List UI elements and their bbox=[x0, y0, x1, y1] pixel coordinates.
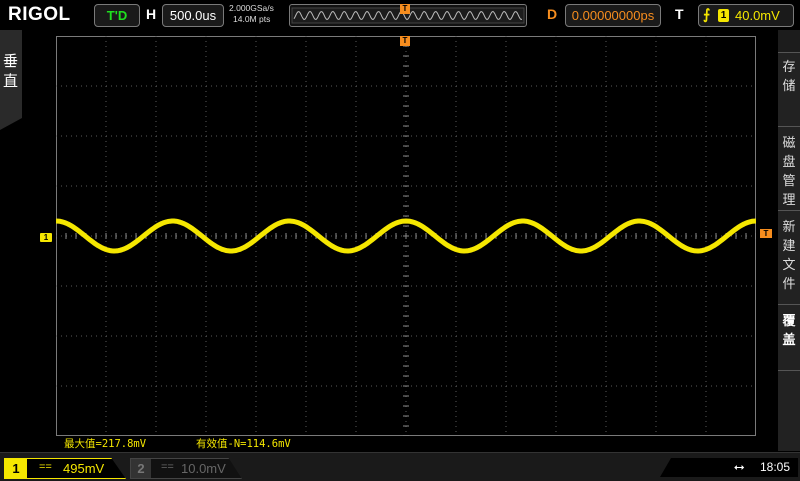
memory-depth: 14.0M pts bbox=[233, 14, 271, 24]
horizontal-tag: H bbox=[146, 6, 157, 22]
softkey-disk-management[interactable]: 磁盘管理 bbox=[778, 126, 800, 223]
channel-2-number: 2 bbox=[131, 459, 151, 478]
delay-tag: D bbox=[547, 6, 558, 22]
trigger-source: 1 bbox=[718, 9, 729, 22]
measurement-rms-n: 有效值-N=114.6mV bbox=[196, 438, 291, 450]
graticule bbox=[56, 36, 756, 436]
trigger-level: 40.0mV bbox=[735, 8, 780, 23]
trigger-settings[interactable]: ⨍ 1 40.0mV bbox=[698, 4, 794, 27]
softkey-new-file[interactable]: 新建文件 bbox=[778, 210, 800, 307]
system-status: ⭤ 18:05 bbox=[660, 458, 798, 477]
waveform-display[interactable] bbox=[56, 36, 756, 436]
vertical-menu-tab[interactable]: 垂直 bbox=[0, 30, 22, 130]
trigger-level-marker[interactable]: T bbox=[760, 229, 772, 238]
sample-rate: 2.000GSa/s bbox=[229, 3, 274, 13]
softkey-new-file-label: 新建文件 bbox=[782, 219, 796, 291]
channel-1-number: 1 bbox=[5, 459, 27, 478]
usb-icon: ⭤ bbox=[734, 459, 745, 474]
dc-coupling-icon: == bbox=[39, 461, 52, 473]
channel-2-scale: 10.0mV bbox=[181, 461, 226, 476]
channel-1-scale: 495mV bbox=[63, 461, 105, 476]
system-clock: 18:05 bbox=[760, 460, 791, 474]
measurement-max: 最大值=217.8mV bbox=[64, 438, 147, 450]
channel-2-status[interactable]: 2 == 10.0mV bbox=[130, 458, 242, 479]
trigger-tag: T bbox=[675, 6, 684, 22]
softkey-empty bbox=[778, 370, 800, 451]
softkey-storage-label: 存储 bbox=[782, 59, 796, 93]
rising-edge-icon: ⨍ bbox=[703, 6, 711, 22]
channel-status-bar: 1 == 495mV 2 == 10.0mV ⭤ 18:05 bbox=[0, 452, 800, 481]
channel-1-offset-marker[interactable]: 1 bbox=[40, 233, 52, 242]
softkey-overwrite[interactable]: 覆盖 bbox=[778, 304, 800, 371]
softkey-disk-management-label: 磁盘管理 bbox=[782, 135, 796, 207]
channel-1-status[interactable]: 1 == 495mV bbox=[4, 458, 126, 479]
timebase-value[interactable]: 500.0us bbox=[162, 4, 224, 27]
softkey-overwrite-label: 覆盖 bbox=[782, 313, 796, 347]
acquisition-info: 2.000GSa/s 14.0M pts bbox=[229, 3, 274, 25]
rigol-logo: RIGOL bbox=[8, 4, 71, 25]
horizontal-delay-value[interactable]: 0.00000000ps bbox=[565, 4, 661, 27]
trigger-position-top-marker: T bbox=[400, 4, 410, 14]
vertical-menu-label: 垂直 bbox=[3, 53, 19, 90]
softkey-menu: 存储 磁盘管理 新建文件 覆盖 bbox=[778, 30, 800, 451]
run-state-indicator[interactable]: T'D bbox=[94, 4, 140, 27]
softkey-storage[interactable]: 存储 bbox=[778, 52, 800, 127]
dc-coupling-icon: == bbox=[161, 461, 174, 473]
trigger-position-marker[interactable]: T bbox=[400, 36, 410, 46]
top-status-bar: RIGOL T'D H 500.0us 2.000GSa/s 14.0M pts… bbox=[0, 0, 800, 30]
